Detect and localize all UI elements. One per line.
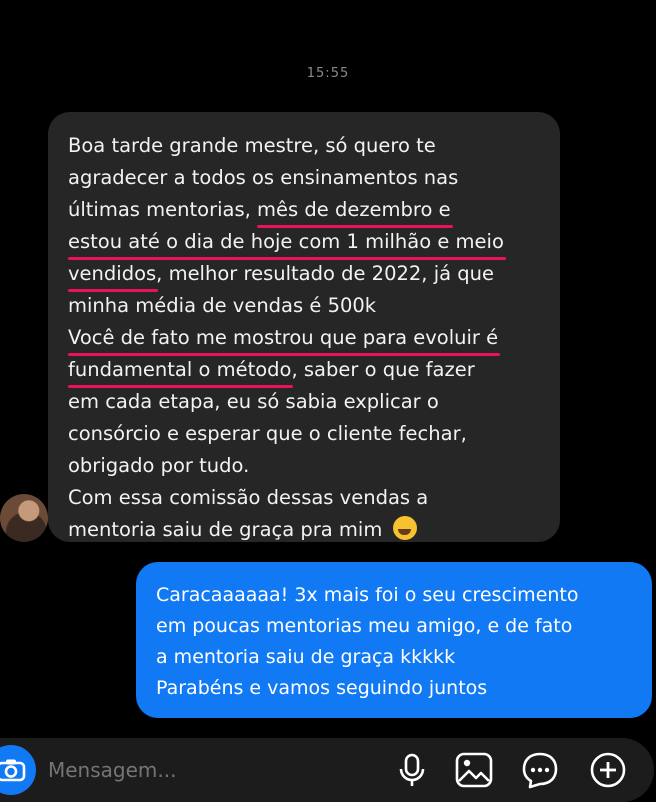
message-text: minha média de vendas é 500k [68,294,377,317]
outgoing-message-line: Caracaaaaaa! 3x mais foi o seu crescimen… [156,584,579,606]
incoming-message-bubble[interactable]: Boa tarde grande mestre, só quero te agra… [48,112,560,542]
highlighted-text: Você de fato me mostrou que para evoluir… [68,322,501,356]
incoming-message-line: últimas mentorias, mês de dezembro e [68,194,540,228]
incoming-message-line: Boa tarde grande mestre, só quero te [68,130,540,162]
message-text: consórcio e esperar que o cliente fechar… [68,422,467,445]
sticker-icon [522,752,558,789]
highlighted-text: vendidos [68,258,159,292]
incoming-message-line: Com essa comissão dessas vendas a [68,482,540,514]
outgoing-message-line: a mentoria saiu de graça kkkkk [156,646,456,668]
incoming-message-line: fundamental o método, saber o que fazer [68,354,540,388]
incoming-message-line: obrigado por tudo. [68,450,540,482]
contact-avatar[interactable] [0,494,48,542]
add-button[interactable] [588,750,628,790]
message-text: agradecer a todos os ensinamentos nas [68,166,459,189]
message-text: obrigado por tudo. [68,454,250,477]
microphone-button[interactable] [392,750,432,790]
incoming-message-line: minha média de vendas é 500k [68,290,540,322]
outgoing-message-line: em poucas mentorias meu amigo, e de fato [156,615,573,637]
camera-icon [0,759,26,782]
sticker-button[interactable] [520,750,560,790]
rolling-laughing-emoji-icon [392,516,417,540]
message-text: , melhor resultado de 2022, já que [156,262,495,285]
incoming-message-line: mentoria saiu de graça pra mim [68,514,540,546]
message-text: em cada etapa, eu só sabia explicar o [68,390,439,413]
incoming-message-line: agradecer a todos os ensinamentos nas [68,162,540,194]
highlighted-text: fundamental o método [68,354,294,388]
gallery-button[interactable] [454,750,494,790]
message-timestamp: 15:55 [306,66,350,78]
incoming-message-line: vendidos, melhor resultado de 2022, já q… [68,258,540,292]
message-text: Com essa comissão dessas vendas a [68,486,429,509]
incoming-message-line: estou até o dia de hoje com 1 milhão e m… [68,226,540,260]
highlighted-text: estou até o dia de hoje com 1 milhão e m… [68,226,506,260]
incoming-message-line: consórcio e esperar que o cliente fechar… [68,418,540,450]
message-text: Boa tarde grande mestre, só quero te [68,134,436,157]
outgoing-message-bubble[interactable]: Caracaaaaaa! 3x mais foi o seu crescimen… [136,562,652,718]
plus-icon [590,752,626,788]
microphone-icon [399,753,425,786]
incoming-message-line: Você de fato me mostrou que para evoluir… [68,322,540,356]
message-text: , saber o que fazer [291,358,475,381]
incoming-message-line: em cada etapa, eu só sabia explicar o [68,386,540,418]
message-text: últimas mentorias, [68,198,258,221]
image-icon [455,752,493,788]
message-input[interactable] [48,755,348,785]
outgoing-message-line: Parabéns e vamos seguindo juntos [156,677,488,699]
highlighted-text: mês de dezembro e [257,194,453,228]
message-text: mentoria saiu de graça pra mim [68,518,389,541]
